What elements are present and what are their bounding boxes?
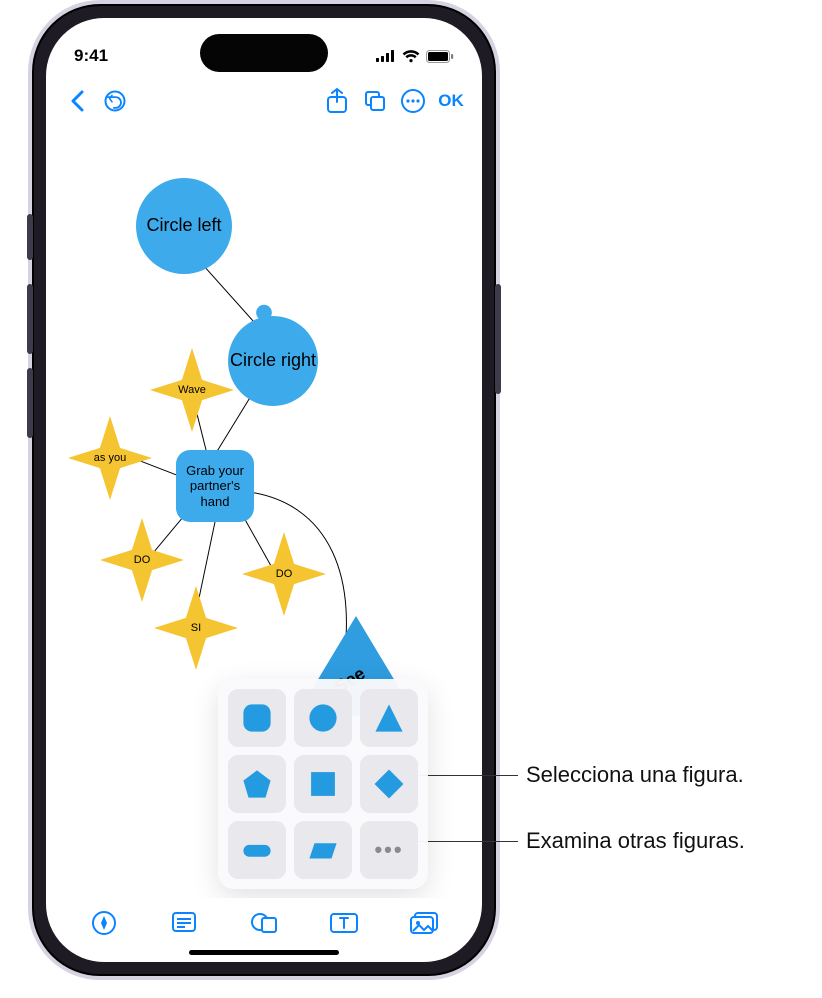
node-label: Circle right bbox=[230, 351, 316, 371]
node-label: as you bbox=[94, 452, 126, 464]
node-label: SI bbox=[191, 622, 201, 634]
shape-more-button[interactable]: ••• bbox=[360, 821, 418, 879]
tool-sticky-note[interactable] bbox=[164, 903, 204, 943]
shape-circle[interactable] bbox=[294, 689, 352, 747]
node-grab[interactable]: Grab your partner's hand bbox=[176, 450, 254, 522]
node-label: DO bbox=[276, 568, 293, 580]
status-icons bbox=[376, 50, 454, 63]
shape-rounded-square[interactable] bbox=[228, 689, 286, 747]
tool-pen[interactable] bbox=[84, 903, 124, 943]
callout-browse-shapes: Examina otras figuras. bbox=[526, 828, 745, 854]
done-button[interactable]: OK bbox=[432, 82, 470, 120]
home-indicator bbox=[189, 950, 339, 955]
shape-grid: ••• bbox=[228, 689, 418, 879]
tool-shapes[interactable] bbox=[244, 903, 284, 943]
more-button[interactable] bbox=[394, 82, 432, 120]
shape-parallelogram[interactable] bbox=[294, 821, 352, 879]
node-label: Wave bbox=[178, 384, 206, 396]
node-star-wave[interactable]: Wave bbox=[150, 348, 234, 432]
node-label: Grab your partner's hand bbox=[176, 463, 254, 510]
share-button[interactable] bbox=[318, 82, 356, 120]
node-circle-left[interactable]: Circle left bbox=[136, 178, 232, 274]
back-button[interactable] bbox=[58, 82, 96, 120]
node-star-asyou[interactable]: as you bbox=[68, 416, 152, 500]
node-star-do2[interactable]: DO bbox=[242, 532, 326, 616]
node-circle-right[interactable]: Circle right bbox=[228, 316, 318, 406]
ellipsis-icon: ••• bbox=[374, 837, 403, 863]
node-label: DO bbox=[134, 554, 151, 566]
phone-frame: 9:41 OK bbox=[28, 0, 500, 980]
status-time: 9:41 bbox=[74, 46, 108, 66]
shape-diamond[interactable] bbox=[360, 755, 418, 813]
wifi-icon bbox=[402, 50, 420, 63]
callout-select-shape: Selecciona una figura. bbox=[526, 762, 744, 788]
shape-square[interactable] bbox=[294, 755, 352, 813]
cellular-icon bbox=[376, 50, 396, 62]
copy-button[interactable] bbox=[356, 82, 394, 120]
shape-picker-popover: ••• bbox=[218, 679, 428, 889]
tool-media[interactable] bbox=[404, 903, 444, 943]
node-label: Circle left bbox=[146, 216, 221, 236]
side-button-vol-up bbox=[27, 284, 33, 354]
shape-pentagon[interactable] bbox=[228, 755, 286, 813]
side-button-vol-down bbox=[27, 368, 33, 438]
dynamic-island bbox=[200, 34, 328, 72]
shape-pill[interactable] bbox=[228, 821, 286, 879]
side-button-mute bbox=[27, 214, 33, 260]
node-star-si[interactable]: SI bbox=[154, 586, 238, 670]
freeform-canvas[interactable]: Circle left Circle right Grab your partn… bbox=[46, 124, 482, 898]
tool-textbox[interactable] bbox=[324, 903, 364, 943]
top-toolbar: OK bbox=[46, 78, 482, 124]
screen: 9:41 OK bbox=[46, 18, 482, 962]
undo-button[interactable] bbox=[96, 82, 134, 120]
battery-icon bbox=[426, 50, 454, 63]
shape-triangle[interactable] bbox=[360, 689, 418, 747]
side-button-power bbox=[495, 284, 501, 394]
